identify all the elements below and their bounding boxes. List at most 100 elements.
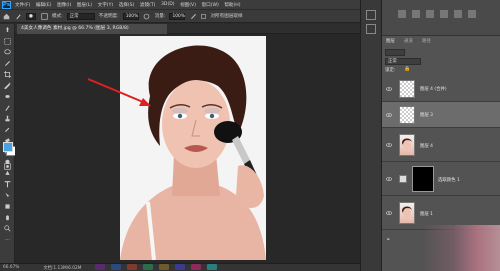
layer-name[interactable]: 选取颜色 1 (438, 177, 460, 183)
healing-brush-tool-icon[interactable] (2, 91, 13, 101)
eyedropper-tool-icon[interactable] (2, 80, 13, 90)
type-tool-icon[interactable] (2, 179, 13, 189)
lock-label: 锁定: (385, 68, 396, 73)
eye-icon[interactable] (386, 177, 392, 181)
crop-tool-icon[interactable] (2, 69, 13, 79)
history-panel-icon[interactable] (366, 10, 376, 20)
lock-row: 锁定: 🔒 (382, 66, 500, 75)
taskbar-app-icon[interactable] (207, 264, 217, 270)
sample-all-label: 对所有图层取样 (210, 14, 243, 19)
menu-view[interactable]: 视图(V) (180, 2, 196, 8)
menu-edit[interactable]: 编辑(E) (36, 2, 52, 8)
history-brush-tool-icon[interactable] (2, 124, 13, 134)
text-style-icon[interactable] (468, 10, 476, 18)
layer-name[interactable]: 图层 1 (420, 211, 433, 217)
annotation-arrow (87, 78, 151, 106)
blend-mode-select[interactable]: 正常 (385, 58, 421, 65)
filter-kind-select[interactable] (385, 49, 405, 56)
adjustment-icon[interactable] (412, 10, 420, 18)
brush-tool-icon[interactable] (14, 12, 22, 20)
marquee-tool-icon[interactable] (2, 36, 13, 46)
foreground-color-swatch[interactable] (3, 142, 13, 152)
menu-select[interactable]: 选择(S) (119, 2, 135, 8)
sample-all-checkbox[interactable] (201, 13, 207, 19)
adjustment-layer-icon (399, 175, 407, 183)
library-icon[interactable] (440, 10, 448, 18)
layer-thumbnail (399, 80, 415, 98)
menu-image[interactable]: 图像(I) (57, 2, 71, 8)
layer-filter-row (382, 48, 500, 57)
brush-tool-icon[interactable] (2, 102, 13, 112)
opacity-field[interactable]: 100% (122, 12, 139, 20)
taskbar-app-icon[interactable] (191, 264, 201, 270)
clone-stamp-tool-icon[interactable] (2, 113, 13, 123)
lock-icon[interactable]: 🔒 (404, 66, 410, 72)
taskbar-app-icon[interactable] (175, 264, 185, 270)
more-tools-icon[interactable]: … (2, 234, 13, 244)
menu-layer[interactable]: 图层(L) (77, 2, 92, 8)
menu-window[interactable]: 窗口(W) (202, 2, 219, 8)
taskbar-app-icon[interactable] (159, 264, 169, 270)
quick-select-tool-icon[interactable] (2, 58, 13, 68)
zoom-tool-icon[interactable] (2, 223, 13, 233)
menu-help[interactable]: 帮助(H) (224, 2, 240, 8)
blend-row: 正常 (382, 57, 500, 66)
menu-3d[interactable]: 3D(D) (161, 2, 175, 7)
panel-top-strip (382, 0, 500, 36)
portrait-photo (120, 36, 266, 260)
tab-paths[interactable]: 路径 (422, 38, 431, 44)
tab-channels[interactable]: 通道 (404, 38, 413, 44)
properties-panel-icon[interactable] (366, 24, 376, 34)
brushes-icon[interactable] (454, 10, 462, 18)
link-layers-icon[interactable]: ⚭ (386, 237, 390, 243)
app-logo: Ps (2, 0, 11, 9)
collapsed-panels (360, 0, 381, 271)
taskbar-app-icon[interactable] (127, 264, 137, 270)
layer-row[interactable]: 图层 4 (合并) (382, 76, 500, 102)
flow-label: 流量: (154, 14, 166, 19)
layer-row[interactable]: 图层 4 (382, 128, 500, 162)
shape-tool-icon[interactable] (2, 201, 13, 211)
canvas-image[interactable] (120, 36, 266, 260)
brush-panel-icon[interactable] (40, 12, 48, 20)
menu-type[interactable]: 文字(Y) (98, 2, 114, 8)
tab-layers[interactable]: 图层 (386, 38, 395, 44)
taskbar-app-icon[interactable] (95, 264, 105, 270)
document-tab[interactable]: 4美女人像调色 素材.jpg @ 66.7% (图层 3, RGB/8) (17, 24, 167, 34)
layer-mask-thumbnail (412, 166, 434, 192)
taskbar-app-icon[interactable] (143, 264, 153, 270)
menu-filter[interactable]: 滤镜(T) (140, 2, 156, 8)
swatch-icon[interactable] (398, 10, 406, 18)
layer-row[interactable]: 选取颜色 1 (382, 162, 500, 196)
zoom-readout[interactable]: 66.67% (3, 265, 19, 270)
eye-icon[interactable] (386, 143, 392, 147)
document-tab-bar: 4美女人像调色 素材.jpg @ 66.7% (图层 3, RGB/8) (15, 24, 360, 34)
hand-tool-icon[interactable] (2, 212, 13, 222)
panel-tabs: 图层 通道 路径 (382, 38, 500, 47)
menu-file[interactable]: 文件(F) (15, 2, 30, 8)
airbrush-icon[interactable] (189, 12, 197, 20)
quick-mask-icon[interactable] (2, 161, 13, 171)
layer-name[interactable]: 图层 4 (420, 143, 433, 149)
layer-name[interactable]: 图层 4 (合并) (420, 86, 447, 92)
lasso-tool-icon[interactable] (2, 47, 13, 57)
flow-field[interactable]: 100% (169, 12, 186, 20)
brush-size-field[interactable]: ● (26, 12, 36, 20)
layers-panel: 图层 通道 路径 正常 锁定: 🔒 图层 4 (合并) 图层 3 图层 4 选取… (381, 0, 500, 271)
doc-info: 文档:1.13M/6.02M (43, 265, 82, 271)
layer-thumbnail (399, 202, 415, 224)
eye-icon[interactable] (386, 211, 392, 215)
opacity-label: 不透明度: (98, 14, 119, 19)
path-select-tool-icon[interactable] (2, 190, 13, 200)
taskbar (95, 263, 335, 271)
mode-select[interactable]: 正常 (66, 12, 95, 20)
home-icon[interactable] (2, 12, 10, 20)
style-icon[interactable] (426, 10, 434, 18)
taskbar-app-icon[interactable] (111, 264, 121, 270)
eye-icon[interactable] (386, 113, 392, 117)
layer-row-selected[interactable]: 图层 3 (382, 102, 500, 128)
pressure-opacity-icon[interactable] (143, 12, 151, 20)
layer-name[interactable]: 图层 3 (420, 112, 433, 118)
move-tool-icon[interactable] (2, 25, 13, 35)
eye-icon[interactable] (386, 87, 392, 91)
